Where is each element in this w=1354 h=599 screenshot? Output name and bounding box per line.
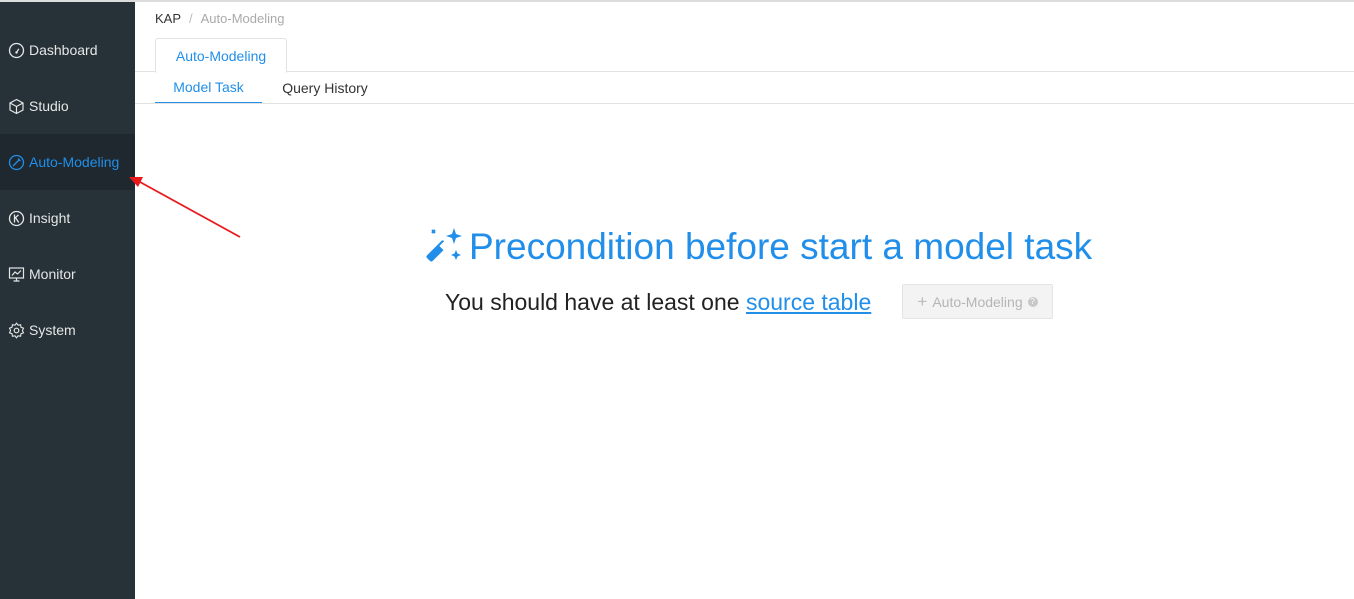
sidebar-item-dashboard[interactable]: Dashboard	[0, 22, 135, 78]
sidebar-item-label: Dashboard	[29, 42, 98, 58]
top-border	[0, 0, 1354, 2]
breadcrumb-separator: /	[189, 11, 193, 26]
insight-icon	[8, 210, 25, 227]
precondition-message: You should have at least one source tabl…	[445, 289, 871, 316]
sidebar-item-label: Studio	[29, 98, 69, 114]
dashboard-icon	[8, 42, 25, 59]
monitor-icon	[8, 266, 25, 283]
precondition-text: You should have at least one	[445, 289, 740, 315]
sidebar-item-studio[interactable]: Studio	[0, 78, 135, 134]
gear-icon	[8, 321, 25, 339]
sidebar-item-label: Monitor	[29, 266, 76, 282]
sidebar: Dashboard Studio Auto-Modeling Insight M…	[0, 2, 135, 599]
breadcrumb-current: Auto-Modeling	[200, 11, 285, 26]
precondition-heading: Precondition before start a model task	[422, 222, 1092, 272]
sidebar-item-insight[interactable]: Insight	[0, 190, 135, 246]
tab-query-history[interactable]: Query History	[270, 72, 380, 104]
cube-icon	[8, 98, 25, 115]
sidebar-item-label: Insight	[29, 210, 71, 226]
auto-modeling-button[interactable]: + Auto-Modeling ?	[902, 284, 1053, 319]
breadcrumb: KAP / Auto-Modeling	[155, 11, 284, 26]
sidebar-item-auto-modeling[interactable]: Auto-Modeling	[0, 134, 135, 190]
tab-model-task[interactable]: Model Task	[155, 72, 262, 104]
auto-modeling-button-label: Auto-Modeling	[932, 293, 1023, 310]
plus-icon: +	[917, 291, 928, 311]
tab-auto-modeling[interactable]: Auto-Modeling	[155, 38, 287, 73]
sidebar-item-label: Auto-Modeling	[29, 154, 120, 170]
magic-wand-icon	[426, 228, 462, 262]
source-table-link[interactable]: source table	[746, 289, 871, 315]
auto-modeling-icon	[8, 154, 25, 171]
sidebar-item-label: System	[29, 322, 76, 338]
breadcrumb-root[interactable]: KAP	[155, 11, 181, 26]
page-title: Precondition before start a model task	[469, 226, 1093, 267]
subtab-divider	[135, 103, 1354, 104]
help-icon: ?	[1027, 296, 1038, 307]
sidebar-item-monitor[interactable]: Monitor	[0, 246, 135, 302]
sidebar-item-system[interactable]: System	[0, 302, 135, 358]
